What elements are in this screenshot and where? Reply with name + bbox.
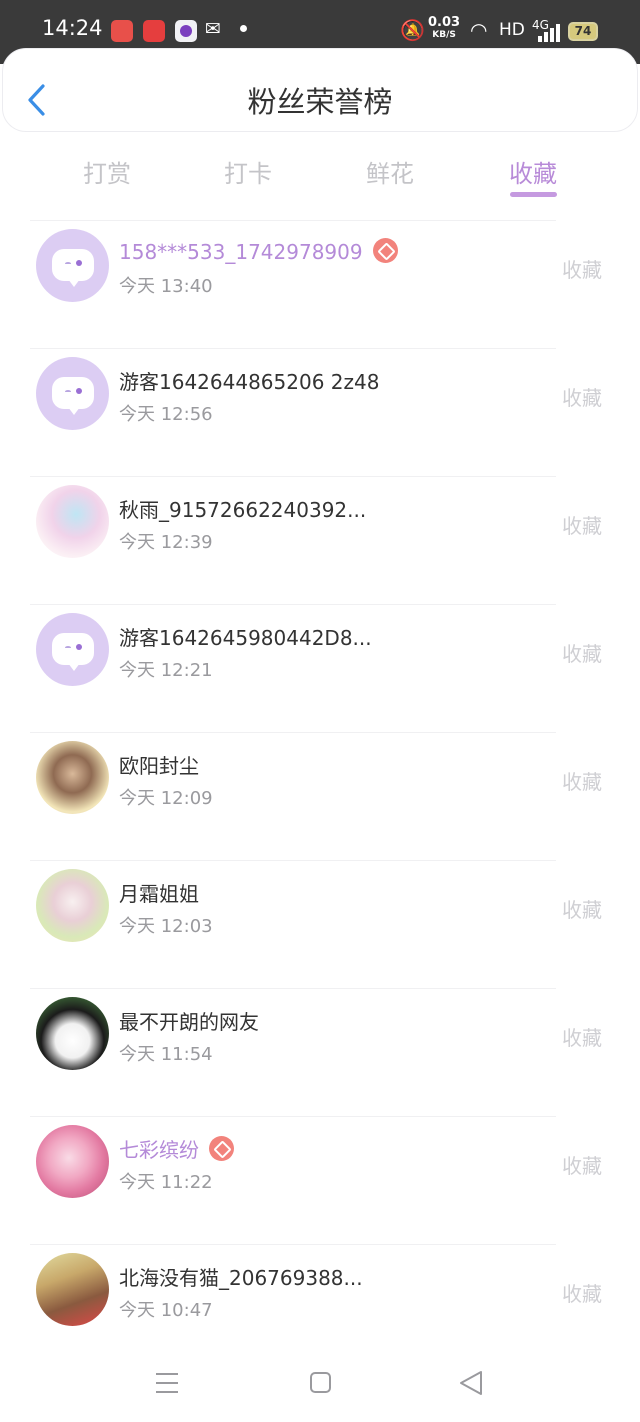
fan-time: 今天 12:39 bbox=[119, 532, 213, 553]
avatar[interactable] bbox=[36, 997, 109, 1070]
fan-time: 今天 11:54 bbox=[119, 1044, 213, 1065]
system-nav-bar bbox=[0, 1350, 640, 1422]
fan-time: 今天 12:09 bbox=[119, 788, 213, 809]
list-item[interactable]: 七彩缤纷 今天 11:22 收藏 bbox=[0, 1116, 640, 1244]
fan-time: 今天 10:47 bbox=[119, 1300, 213, 1321]
page-title: 粉丝荣誉榜 bbox=[247, 85, 393, 119]
fan-time: 今天 12:56 bbox=[119, 404, 213, 425]
back-triangle-icon[interactable] bbox=[458, 1370, 484, 1396]
status-time: 14:24 bbox=[42, 16, 103, 40]
tab-flowers[interactable]: 鲜花 bbox=[340, 154, 440, 189]
fan-time: 今天 12:21 bbox=[119, 660, 213, 681]
favorite-label: 收藏 bbox=[562, 898, 602, 922]
mute-bell-icon: 🔕 bbox=[400, 18, 425, 42]
list-item[interactable]: 秋雨_91572662240392... 今天 12:39 收藏 bbox=[0, 476, 640, 604]
network-speed: 0.03 KB/S bbox=[428, 15, 461, 40]
favorite-label: 收藏 bbox=[562, 386, 602, 410]
fan-name: 北海没有猫_206769388... bbox=[119, 1266, 363, 1290]
home-square-icon[interactable] bbox=[310, 1372, 331, 1393]
list-item[interactable]: 最不开朗的网友 今天 11:54 收藏 bbox=[0, 988, 640, 1116]
tab-checkin[interactable]: 打卡 bbox=[198, 154, 298, 189]
favorite-label: 收藏 bbox=[562, 1026, 602, 1050]
avatar[interactable] bbox=[36, 613, 109, 686]
fan-name: 游客1642645980442D8... bbox=[119, 626, 372, 650]
tab-favorites[interactable]: 收藏 bbox=[483, 154, 583, 189]
more-notifications-dot-icon bbox=[240, 25, 247, 32]
wechat-icon: ✉ bbox=[205, 18, 221, 40]
favorite-label: 收藏 bbox=[562, 770, 602, 794]
list-item[interactable]: 游客1642644865206 2z48 今天 12:56 收藏 bbox=[0, 348, 640, 476]
avatar[interactable] bbox=[36, 1125, 109, 1198]
favorite-label: 收藏 bbox=[562, 1282, 602, 1306]
app-notification-icon bbox=[175, 20, 197, 42]
tab-bar: 打赏 打卡 鲜花 收藏 bbox=[0, 148, 640, 208]
favorite-label: 收藏 bbox=[562, 258, 602, 282]
fan-name: 秋雨_91572662240392... bbox=[119, 498, 367, 522]
video-app-notification-icon bbox=[143, 20, 165, 42]
fan-name: 月霜姐姐 bbox=[119, 882, 199, 906]
favorite-label: 收藏 bbox=[562, 1154, 602, 1178]
avatar[interactable] bbox=[36, 229, 109, 302]
fan-name: 七彩缤纷 bbox=[119, 1134, 234, 1163]
fan-time: 今天 13:40 bbox=[119, 276, 213, 297]
vip-diamond-icon bbox=[209, 1136, 234, 1161]
battery-icon: 74 bbox=[568, 22, 598, 41]
wifi-icon: ◠ bbox=[470, 18, 488, 42]
list-item[interactable]: 158***533_1742978909 今天 13:40 收藏 bbox=[0, 220, 640, 348]
fan-time: 今天 11:22 bbox=[119, 1172, 213, 1193]
signal-bars-icon bbox=[538, 24, 560, 42]
fan-name: 158***533_1742978909 bbox=[119, 238, 398, 264]
list-item[interactable]: 欧阳封尘 今天 12:09 收藏 bbox=[0, 732, 640, 860]
fan-name: 游客1642644865206 2z48 bbox=[119, 370, 380, 394]
fan-time: 今天 12:03 bbox=[119, 916, 213, 937]
avatar[interactable] bbox=[36, 741, 109, 814]
page-header: 粉丝荣誉榜 bbox=[2, 48, 638, 132]
app-notification-icon bbox=[111, 20, 133, 42]
list-item[interactable]: 月霜姐姐 今天 12:03 收藏 bbox=[0, 860, 640, 988]
active-tab-indicator bbox=[510, 192, 557, 197]
avatar[interactable] bbox=[36, 357, 109, 430]
list-item[interactable]: 游客1642645980442D8... 今天 12:21 收藏 bbox=[0, 604, 640, 732]
tab-reward[interactable]: 打赏 bbox=[57, 154, 157, 189]
avatar[interactable] bbox=[36, 1253, 109, 1326]
menu-icon[interactable] bbox=[156, 1373, 178, 1393]
favorite-label: 收藏 bbox=[562, 514, 602, 538]
fan-name: 欧阳封尘 bbox=[119, 754, 199, 778]
avatar[interactable] bbox=[36, 869, 109, 942]
vip-diamond-icon bbox=[372, 238, 398, 263]
favorite-label: 收藏 bbox=[562, 642, 602, 666]
fan-name: 最不开朗的网友 bbox=[119, 1010, 259, 1034]
avatar[interactable] bbox=[36, 485, 109, 558]
hd-indicator: HD bbox=[499, 20, 525, 40]
